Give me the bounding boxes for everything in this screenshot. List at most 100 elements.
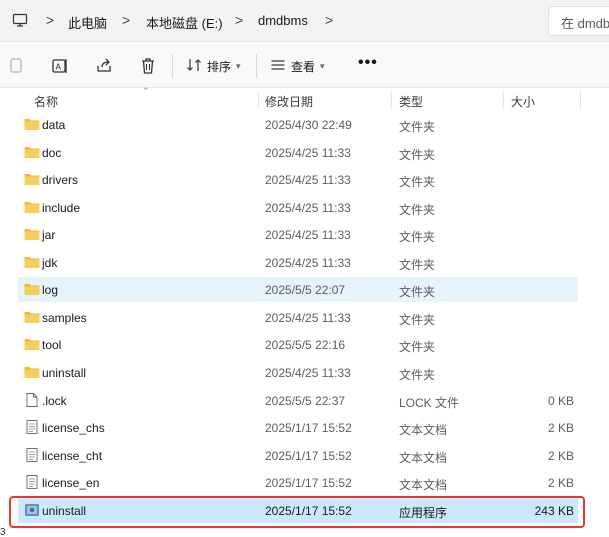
toolbar-divider [256, 54, 257, 78]
file-name: jdk [42, 256, 58, 270]
breadcrumb-separator[interactable]: > [235, 12, 243, 28]
more-options-icon[interactable]: ••• [358, 54, 378, 72]
view-icon [270, 57, 286, 76]
file-row[interactable]: jdk 2025/4/25 11:33 文件夹 [18, 250, 578, 275]
file-row[interactable]: license_cht 2025/1/17 15:52 文本文档 2 KB [18, 443, 578, 468]
toolbar-divider [172, 54, 173, 78]
address-bar[interactable]: > 此电脑 > 本地磁盘 (E:) > dmdbms > 在 dmdbms 中搜… [0, 0, 609, 42]
sort-button[interactable]: 排序 ▾ [186, 56, 241, 76]
column-header-date[interactable]: 修改日期 [265, 93, 313, 110]
file-row[interactable]: drivers 2025/4/25 11:33 文件夹 [18, 167, 578, 192]
file-name: log [42, 283, 59, 297]
file-date-modified: 2025/1/17 15:52 [265, 476, 352, 490]
column-header-name[interactable]: 名称 [34, 93, 58, 110]
file-row[interactable]: data 2025/4/30 22:49 文件夹 [18, 112, 578, 137]
column-header-type[interactable]: 类型 [399, 93, 423, 110]
file-name: doc [42, 146, 62, 160]
file-name: license_en [42, 476, 100, 490]
folder-icon [24, 172, 40, 186]
svg-text:A: A [56, 63, 62, 72]
folder-icon [24, 255, 40, 269]
folder-icon [24, 310, 40, 324]
file-type: 文件夹 [399, 313, 436, 327]
file-type: 文件夹 [399, 203, 436, 217]
file-date-modified: 2025/1/17 15:52 [265, 421, 352, 435]
file-type: 文本文档 [399, 423, 448, 437]
breadcrumb-drive-e[interactable]: 本地磁盘 (E:) [146, 13, 223, 32]
file-size: 0 KB [547, 394, 574, 408]
search-input[interactable]: 在 dmdbms 中搜索 [548, 6, 609, 36]
file-date-modified: 2025/1/17 15:52 [265, 449, 352, 463]
text-file-icon [24, 448, 40, 462]
rename-icon[interactable]: A [50, 56, 70, 76]
file-size: 2 KB [547, 476, 574, 490]
breadcrumb-separator[interactable]: > [325, 12, 333, 28]
status-bar-text: 3 [0, 527, 6, 537]
file-date-modified: 2025/4/25 11:33 [265, 366, 351, 380]
file-date-modified: 2025/5/5 22:37 [265, 394, 346, 408]
file-name: license_chs [42, 421, 105, 435]
file-name: include [42, 201, 81, 215]
sort-label: 排序 [207, 59, 232, 74]
folder-icon [24, 337, 40, 351]
copy-icon[interactable] [6, 56, 26, 76]
folder-icon [24, 200, 40, 214]
breadcrumb-dmdbms[interactable]: dmdbms [258, 13, 308, 28]
file-date-modified: 2025/4/25 11:33 [265, 311, 351, 325]
column-divider[interactable] [580, 90, 581, 110]
file-row[interactable]: include 2025/4/25 11:33 文件夹 [18, 195, 578, 220]
file-name: tool [42, 338, 62, 352]
file-name: samples [42, 311, 87, 325]
file-date-modified: 2025/4/25 11:33 [265, 256, 351, 270]
sort-icon [186, 57, 202, 76]
folder-icon [24, 282, 40, 296]
text-file-icon [24, 475, 40, 489]
file-name: data [42, 118, 66, 132]
highlight-annotation [9, 496, 585, 528]
file-type: 文本文档 [399, 478, 448, 492]
file-type: 文件夹 [399, 148, 436, 162]
text-file-icon [24, 420, 40, 434]
file-date-modified: 2025/4/25 11:33 [265, 173, 351, 187]
share-icon[interactable] [94, 56, 114, 76]
chevron-down-icon: ▾ [320, 60, 325, 71]
command-bar: A 排序 ▾ 查看 ▾ ••• [0, 44, 609, 88]
folder-icon [24, 365, 40, 379]
view-label: 查看 [291, 59, 316, 74]
file-row[interactable]: license_en 2025/1/17 15:52 文本文档 2 KB [18, 470, 578, 495]
file-row[interactable]: doc 2025/4/25 11:33 文件夹 [18, 140, 578, 165]
breadcrumb-this-pc[interactable]: 此电脑 [68, 13, 107, 32]
file-date-modified: 2025/4/30 22:49 [265, 118, 352, 132]
file-name: license_cht [42, 449, 103, 463]
file-type: 文件夹 [399, 368, 436, 382]
file-row[interactable]: .lock 2025/5/5 22:37 LOCK 文件 0 KB [18, 388, 578, 413]
delete-icon[interactable] [138, 56, 158, 76]
file-row[interactable]: uninstall 2025/4/25 11:33 文件夹 [18, 360, 578, 385]
file-row[interactable]: samples 2025/4/25 11:33 文件夹 [18, 305, 578, 330]
file-row[interactable]: tool 2025/5/5 22:16 文件夹 [18, 332, 578, 357]
file-type: 文件夹 [399, 258, 436, 272]
file-type: 文件夹 [399, 230, 436, 244]
file-row[interactable]: log 2025/5/5 22:07 文件夹 [18, 277, 578, 302]
breadcrumb-separator[interactable]: > [122, 12, 130, 28]
file-date-modified: 2025/4/25 11:33 [265, 146, 351, 160]
file-date-modified: 2025/5/5 22:16 [265, 338, 346, 352]
file-type: 文件夹 [399, 340, 436, 354]
this-pc-icon[interactable] [12, 12, 28, 28]
file-date-modified: 2025/4/25 11:33 [265, 228, 351, 242]
file-date-modified: 2025/4/25 11:33 [265, 201, 351, 215]
file-size: 2 KB [547, 421, 574, 435]
column-divider[interactable] [258, 90, 259, 110]
column-divider[interactable] [503, 90, 504, 110]
breadcrumb-separator[interactable]: > [46, 12, 54, 28]
view-button[interactable]: 查看 ▾ [270, 56, 325, 76]
file-type: 文件夹 [399, 285, 436, 299]
file-row[interactable]: jar 2025/4/25 11:33 文件夹 [18, 222, 578, 247]
file-type: LOCK 文件 [399, 396, 460, 410]
file-row[interactable]: license_chs 2025/1/17 15:52 文本文档 2 KB [18, 415, 578, 440]
folder-icon [24, 227, 40, 241]
column-divider[interactable] [391, 90, 392, 110]
column-header-size[interactable]: 大小 [511, 93, 535, 110]
file-type: 文本文档 [399, 451, 448, 465]
file-type: 文件夹 [399, 175, 436, 189]
